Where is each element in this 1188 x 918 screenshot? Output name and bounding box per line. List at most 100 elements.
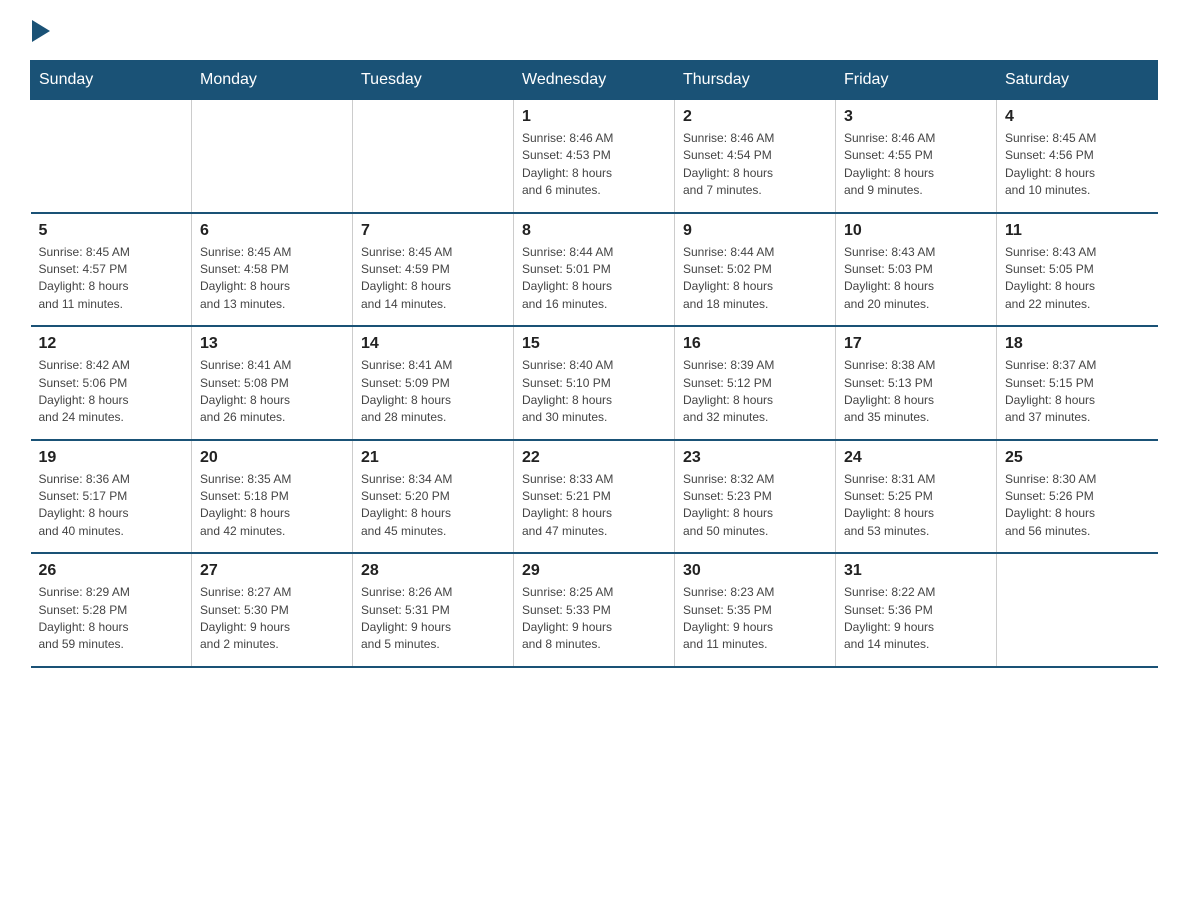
day-info: Sunrise: 8:25 AM Sunset: 5:33 PM Dayligh… [522,584,666,654]
calendar-cell: 11 Sunrise: 8:43 AM Sunset: 5:05 PM Dayli… [997,213,1158,327]
header [30,20,1158,42]
calendar-cell: 1Sunrise: 8:46 AM Sunset: 4:53 PM Daylig… [514,100,675,213]
calendar-cell: 7 Sunrise: 8:45 AM Sunset: 4:59 PM Daylig… [353,213,514,327]
day-info: Sunrise: 8:43 AM Sunset: 5:05 PM Dayligh… [1005,244,1150,314]
week-row-3: 12 Sunrise: 8:42 AM Sunset: 5:06 PM Dayli… [31,326,1158,440]
day-number: 26 [39,562,184,580]
day-info: Sunrise: 8:43 AM Sunset: 5:03 PM Dayligh… [844,244,988,314]
calendar-cell: 24Sunrise: 8:31 AM Sunset: 5:25 PM Dayli… [836,440,997,554]
calendar-cell: 15 Sunrise: 8:40 AM Sunset: 5:10 PM Dayli… [514,326,675,440]
day-info: Sunrise: 8:45 AM Sunset: 4:59 PM Dayligh… [361,244,505,314]
calendar-cell: 3 Sunrise: 8:46 AM Sunset: 4:55 PM Daylig… [836,100,997,213]
calendar-cell: 2 Sunrise: 8:46 AM Sunset: 4:54 PM Daylig… [675,100,836,213]
day-number: 21 [361,449,505,467]
day-number: 18 [1005,335,1150,353]
day-info: Sunrise: 8:46 AM Sunset: 4:53 PM Dayligh… [522,130,666,200]
calendar-cell: 12 Sunrise: 8:42 AM Sunset: 5:06 PM Dayli… [31,326,192,440]
day-info: Sunrise: 8:35 AM Sunset: 5:18 PM Dayligh… [200,471,344,541]
calendar-cell: 29Sunrise: 8:25 AM Sunset: 5:33 PM Dayli… [514,553,675,667]
day-info: Sunrise: 8:45 AM Sunset: 4:58 PM Dayligh… [200,244,344,314]
day-info: Sunrise: 8:46 AM Sunset: 4:54 PM Dayligh… [683,130,827,200]
calendar-cell: 26 Sunrise: 8:29 AM Sunset: 5:28 PM Dayli… [31,553,192,667]
calendar-cell: 8 Sunrise: 8:44 AM Sunset: 5:01 PM Daylig… [514,213,675,327]
calendar-cell: 25 Sunrise: 8:30 AM Sunset: 5:26 PM Dayli… [997,440,1158,554]
day-info: Sunrise: 8:32 AM Sunset: 5:23 PM Dayligh… [683,471,827,541]
header-day-friday: Friday [836,61,997,100]
calendar-cell: 6 Sunrise: 8:45 AM Sunset: 4:58 PM Daylig… [192,213,353,327]
day-number: 2 [683,108,827,126]
calendar-cell: 9Sunrise: 8:44 AM Sunset: 5:02 PM Daylig… [675,213,836,327]
day-number: 30 [683,562,827,580]
day-info: Sunrise: 8:41 AM Sunset: 5:08 PM Dayligh… [200,357,344,427]
day-number: 23 [683,449,827,467]
day-number: 13 [200,335,344,353]
week-row-4: 19 Sunrise: 8:36 AM Sunset: 5:17 PM Dayli… [31,440,1158,554]
day-number: 3 [844,108,988,126]
calendar-cell [353,100,514,213]
logo [30,20,50,42]
calendar-cell: 22Sunrise: 8:33 AM Sunset: 5:21 PM Dayli… [514,440,675,554]
day-number: 25 [1005,449,1150,467]
day-info: Sunrise: 8:23 AM Sunset: 5:35 PM Dayligh… [683,584,827,654]
day-info: Sunrise: 8:34 AM Sunset: 5:20 PM Dayligh… [361,471,505,541]
calendar-table: SundayMondayTuesdayWednesdayThursdayFrid… [30,60,1158,668]
day-info: Sunrise: 8:46 AM Sunset: 4:55 PM Dayligh… [844,130,988,200]
header-row: SundayMondayTuesdayWednesdayThursdayFrid… [31,61,1158,100]
calendar-cell: 13 Sunrise: 8:41 AM Sunset: 5:08 PM Dayli… [192,326,353,440]
day-info: Sunrise: 8:27 AM Sunset: 5:30 PM Dayligh… [200,584,344,654]
day-number: 16 [683,335,827,353]
calendar-cell: 30 Sunrise: 8:23 AM Sunset: 5:35 PM Dayli… [675,553,836,667]
day-number: 27 [200,562,344,580]
day-info: Sunrise: 8:40 AM Sunset: 5:10 PM Dayligh… [522,357,666,427]
day-info: Sunrise: 8:42 AM Sunset: 5:06 PM Dayligh… [39,357,184,427]
calendar-cell: 21 Sunrise: 8:34 AM Sunset: 5:20 PM Dayli… [353,440,514,554]
day-number: 5 [39,222,184,240]
day-number: 17 [844,335,988,353]
calendar-cell: 28Sunrise: 8:26 AM Sunset: 5:31 PM Dayli… [353,553,514,667]
day-number: 12 [39,335,184,353]
calendar-cell: 10Sunrise: 8:43 AM Sunset: 5:03 PM Dayli… [836,213,997,327]
day-number: 15 [522,335,666,353]
calendar-cell: 20Sunrise: 8:35 AM Sunset: 5:18 PM Dayli… [192,440,353,554]
day-number: 19 [39,449,184,467]
day-number: 6 [200,222,344,240]
calendar-cell: 17 Sunrise: 8:38 AM Sunset: 5:13 PM Dayli… [836,326,997,440]
calendar-cell: 23 Sunrise: 8:32 AM Sunset: 5:23 PM Dayli… [675,440,836,554]
day-info: Sunrise: 8:38 AM Sunset: 5:13 PM Dayligh… [844,357,988,427]
logo-arrow-icon [30,20,50,42]
day-info: Sunrise: 8:26 AM Sunset: 5:31 PM Dayligh… [361,584,505,654]
day-info: Sunrise: 8:36 AM Sunset: 5:17 PM Dayligh… [39,471,184,541]
calendar-cell: 31 Sunrise: 8:22 AM Sunset: 5:36 PM Dayli… [836,553,997,667]
day-info: Sunrise: 8:37 AM Sunset: 5:15 PM Dayligh… [1005,357,1150,427]
day-number: 31 [844,562,988,580]
calendar-cell: 19 Sunrise: 8:36 AM Sunset: 5:17 PM Dayli… [31,440,192,554]
week-row-2: 5 Sunrise: 8:45 AM Sunset: 4:57 PM Daylig… [31,213,1158,327]
header-day-saturday: Saturday [997,61,1158,100]
week-row-1: 1Sunrise: 8:46 AM Sunset: 4:53 PM Daylig… [31,100,1158,213]
header-day-sunday: Sunday [31,61,192,100]
header-day-tuesday: Tuesday [353,61,514,100]
week-row-5: 26 Sunrise: 8:29 AM Sunset: 5:28 PM Dayli… [31,553,1158,667]
day-info: Sunrise: 8:44 AM Sunset: 5:01 PM Dayligh… [522,244,666,314]
day-info: Sunrise: 8:22 AM Sunset: 5:36 PM Dayligh… [844,584,988,654]
day-info: Sunrise: 8:29 AM Sunset: 5:28 PM Dayligh… [39,584,184,654]
calendar-cell [31,100,192,213]
day-number: 4 [1005,108,1150,126]
day-number: 7 [361,222,505,240]
day-number: 8 [522,222,666,240]
day-number: 22 [522,449,666,467]
day-number: 11 [1005,222,1150,240]
day-info: Sunrise: 8:45 AM Sunset: 4:57 PM Dayligh… [39,244,184,314]
calendar-cell: 14Sunrise: 8:41 AM Sunset: 5:09 PM Dayli… [353,326,514,440]
day-info: Sunrise: 8:31 AM Sunset: 5:25 PM Dayligh… [844,471,988,541]
calendar-cell: 18 Sunrise: 8:37 AM Sunset: 5:15 PM Dayli… [997,326,1158,440]
calendar-cell [997,553,1158,667]
day-info: Sunrise: 8:30 AM Sunset: 5:26 PM Dayligh… [1005,471,1150,541]
day-info: Sunrise: 8:45 AM Sunset: 4:56 PM Dayligh… [1005,130,1150,200]
day-number: 9 [683,222,827,240]
calendar-cell: 27 Sunrise: 8:27 AM Sunset: 5:30 PM Dayli… [192,553,353,667]
header-day-thursday: Thursday [675,61,836,100]
calendar-cell: 5 Sunrise: 8:45 AM Sunset: 4:57 PM Daylig… [31,213,192,327]
day-info: Sunrise: 8:39 AM Sunset: 5:12 PM Dayligh… [683,357,827,427]
calendar-cell: 4 Sunrise: 8:45 AM Sunset: 4:56 PM Daylig… [997,100,1158,213]
